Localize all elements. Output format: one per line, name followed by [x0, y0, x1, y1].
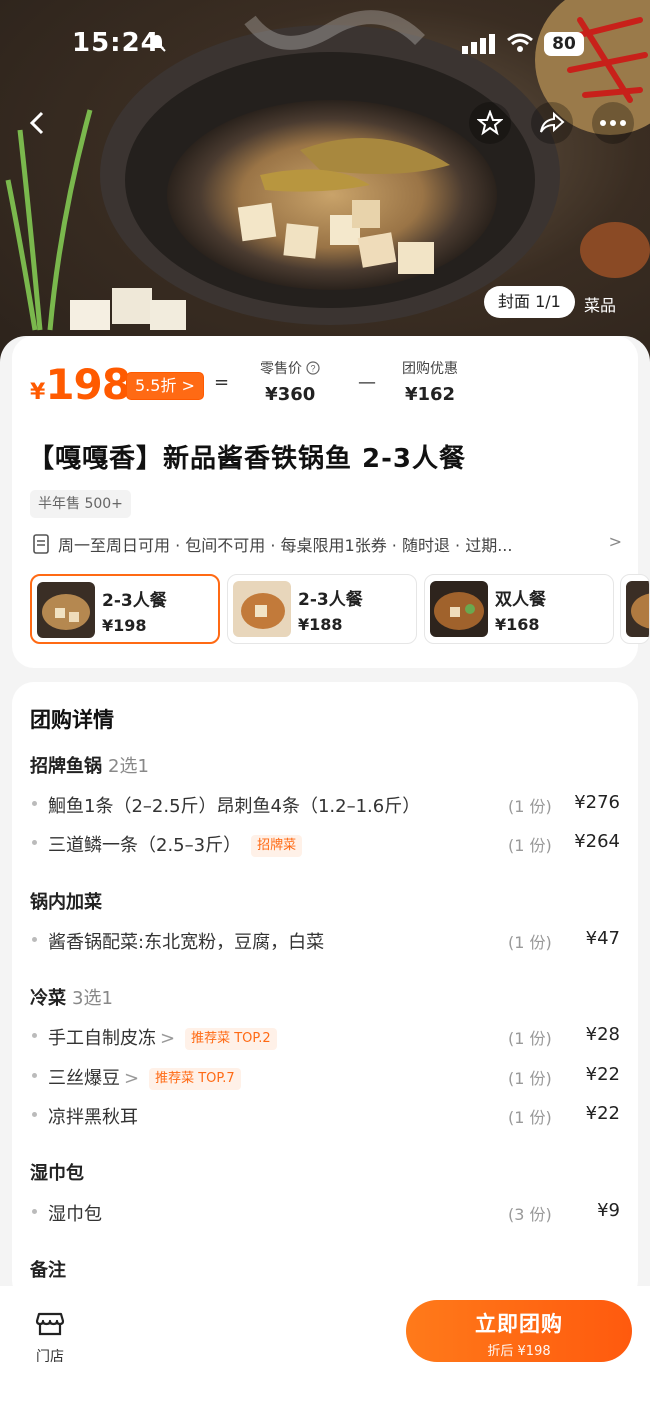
store-icon: [35, 1312, 65, 1336]
chevron-right-icon: >: [608, 532, 622, 551]
battery-indicator: 80: [544, 32, 584, 56]
signal-icon: [462, 34, 496, 58]
list-item[interactable]: 手工自制皮冻 > 推荐菜 TOP.2 (1 份) ¥28: [30, 1022, 620, 1050]
hero-image[interactable]: 15:24 80 封面 1/1 菜品: [0, 0, 650, 380]
svg-text:?: ?: [311, 364, 316, 374]
list-item: 凉拌黑秋耳 (1 份) ¥22: [30, 1101, 620, 1129]
list-item: 酱香锅配菜:东北宽粉，豆腐，白菜 (1 份) ¥47: [30, 926, 620, 954]
package-option-1[interactable]: 2-3人餐 ¥198: [30, 574, 220, 644]
group-signature-pot: 招牌鱼锅 2选1: [30, 756, 149, 777]
product-card: ¥198 5.5折 > = 零售价 ? ¥360 — 团购优惠 ¥162 【嘎嘎…: [12, 336, 650, 668]
sales-badge: 半年售 500+: [30, 490, 131, 518]
group-remarks: 备注: [30, 1260, 66, 1281]
status-bar: 15:24 80: [0, 24, 650, 64]
package-thumbnail: [430, 581, 488, 637]
back-button[interactable]: [16, 102, 58, 144]
group-wet-wipes: 湿巾包: [30, 1163, 84, 1184]
recommend-tag: 推荐菜 TOP.2: [185, 1028, 277, 1050]
recommend-tag: 推荐菜 TOP.7: [149, 1068, 241, 1090]
deal-price: ¥198: [30, 360, 131, 409]
product-title: 【嘎嘎香】新品酱香铁锅鱼 2-3人餐: [28, 444, 467, 474]
details-title: 团购详情: [30, 708, 114, 732]
bottom-action-bar: 门店 立即团购 折后 ¥198: [0, 1286, 650, 1409]
equals-sign: =: [214, 372, 230, 393]
package-thumbnail: [626, 581, 649, 637]
group-pot-addons: 锅内加菜: [30, 892, 102, 913]
buy-now-button[interactable]: 立即团购 折后 ¥198: [406, 1300, 632, 1362]
more-icon: [600, 120, 626, 126]
package-option-3[interactable]: 双人餐 ¥168: [424, 574, 614, 644]
star-icon: [477, 110, 503, 136]
signature-tag: 招牌菜: [251, 835, 303, 857]
discount-badge[interactable]: 5.5折 >: [126, 372, 204, 400]
minus-sign: —: [358, 372, 376, 393]
retail-price: 零售价 ? ¥360: [260, 358, 321, 405]
group-cold-dishes: 冷菜 3选1: [30, 988, 113, 1009]
info-icon[interactable]: ?: [306, 361, 321, 375]
package-option-4[interactable]: [620, 574, 650, 644]
document-icon: [33, 534, 49, 554]
list-item: 三道鳞一条（2.5–3斤） 招牌菜 (1 份) ¥264: [30, 829, 620, 857]
promo-amount: 团购优惠 ¥162: [402, 361, 458, 405]
package-option-2[interactable]: 2-3人餐 ¥188: [227, 574, 417, 644]
usage-rules-text: 周一至周日可用 · 包间不可用 · 每桌限用1张券 · 随时退 · 过期...: [58, 536, 513, 555]
chevron-right-icon: >: [124, 1068, 140, 1089]
package-thumbnail: [233, 581, 291, 637]
list-item[interactable]: 三丝爆豆 > 推荐菜 TOP.7 (1 份) ¥22: [30, 1062, 620, 1090]
chevron-left-icon: [29, 111, 44, 135]
share-button[interactable]: [531, 102, 573, 144]
package-thumbnail: [37, 582, 95, 638]
list-item: 鮰鱼1条（2–2.5斤）昂刺鱼4条（1.2–1.6斤） (1 份) ¥276: [30, 790, 620, 818]
usage-rules[interactable]: 周一至周日可用 · 包间不可用 · 每桌限用1张券 · 随时退 · 过期... …: [32, 532, 622, 556]
share-icon: [540, 111, 565, 133]
cover-counter[interactable]: 封面 1/1: [484, 286, 575, 318]
mute-icon: [146, 32, 168, 58]
chevron-right-icon: >: [160, 1028, 176, 1049]
more-button[interactable]: [592, 102, 634, 144]
deal-details-card: 团购详情 招牌鱼锅 2选1 鮰鱼1条（2–2.5斤）昂刺鱼4条（1.2–1.6斤）…: [12, 682, 638, 1302]
menu-tab[interactable]: 菜品: [584, 292, 616, 316]
store-button[interactable]: 门店: [30, 1308, 70, 1366]
wifi-icon: [506, 32, 534, 58]
list-item: 湿巾包 (3 份) ¥9: [30, 1198, 620, 1226]
favorite-button[interactable]: [469, 102, 511, 144]
